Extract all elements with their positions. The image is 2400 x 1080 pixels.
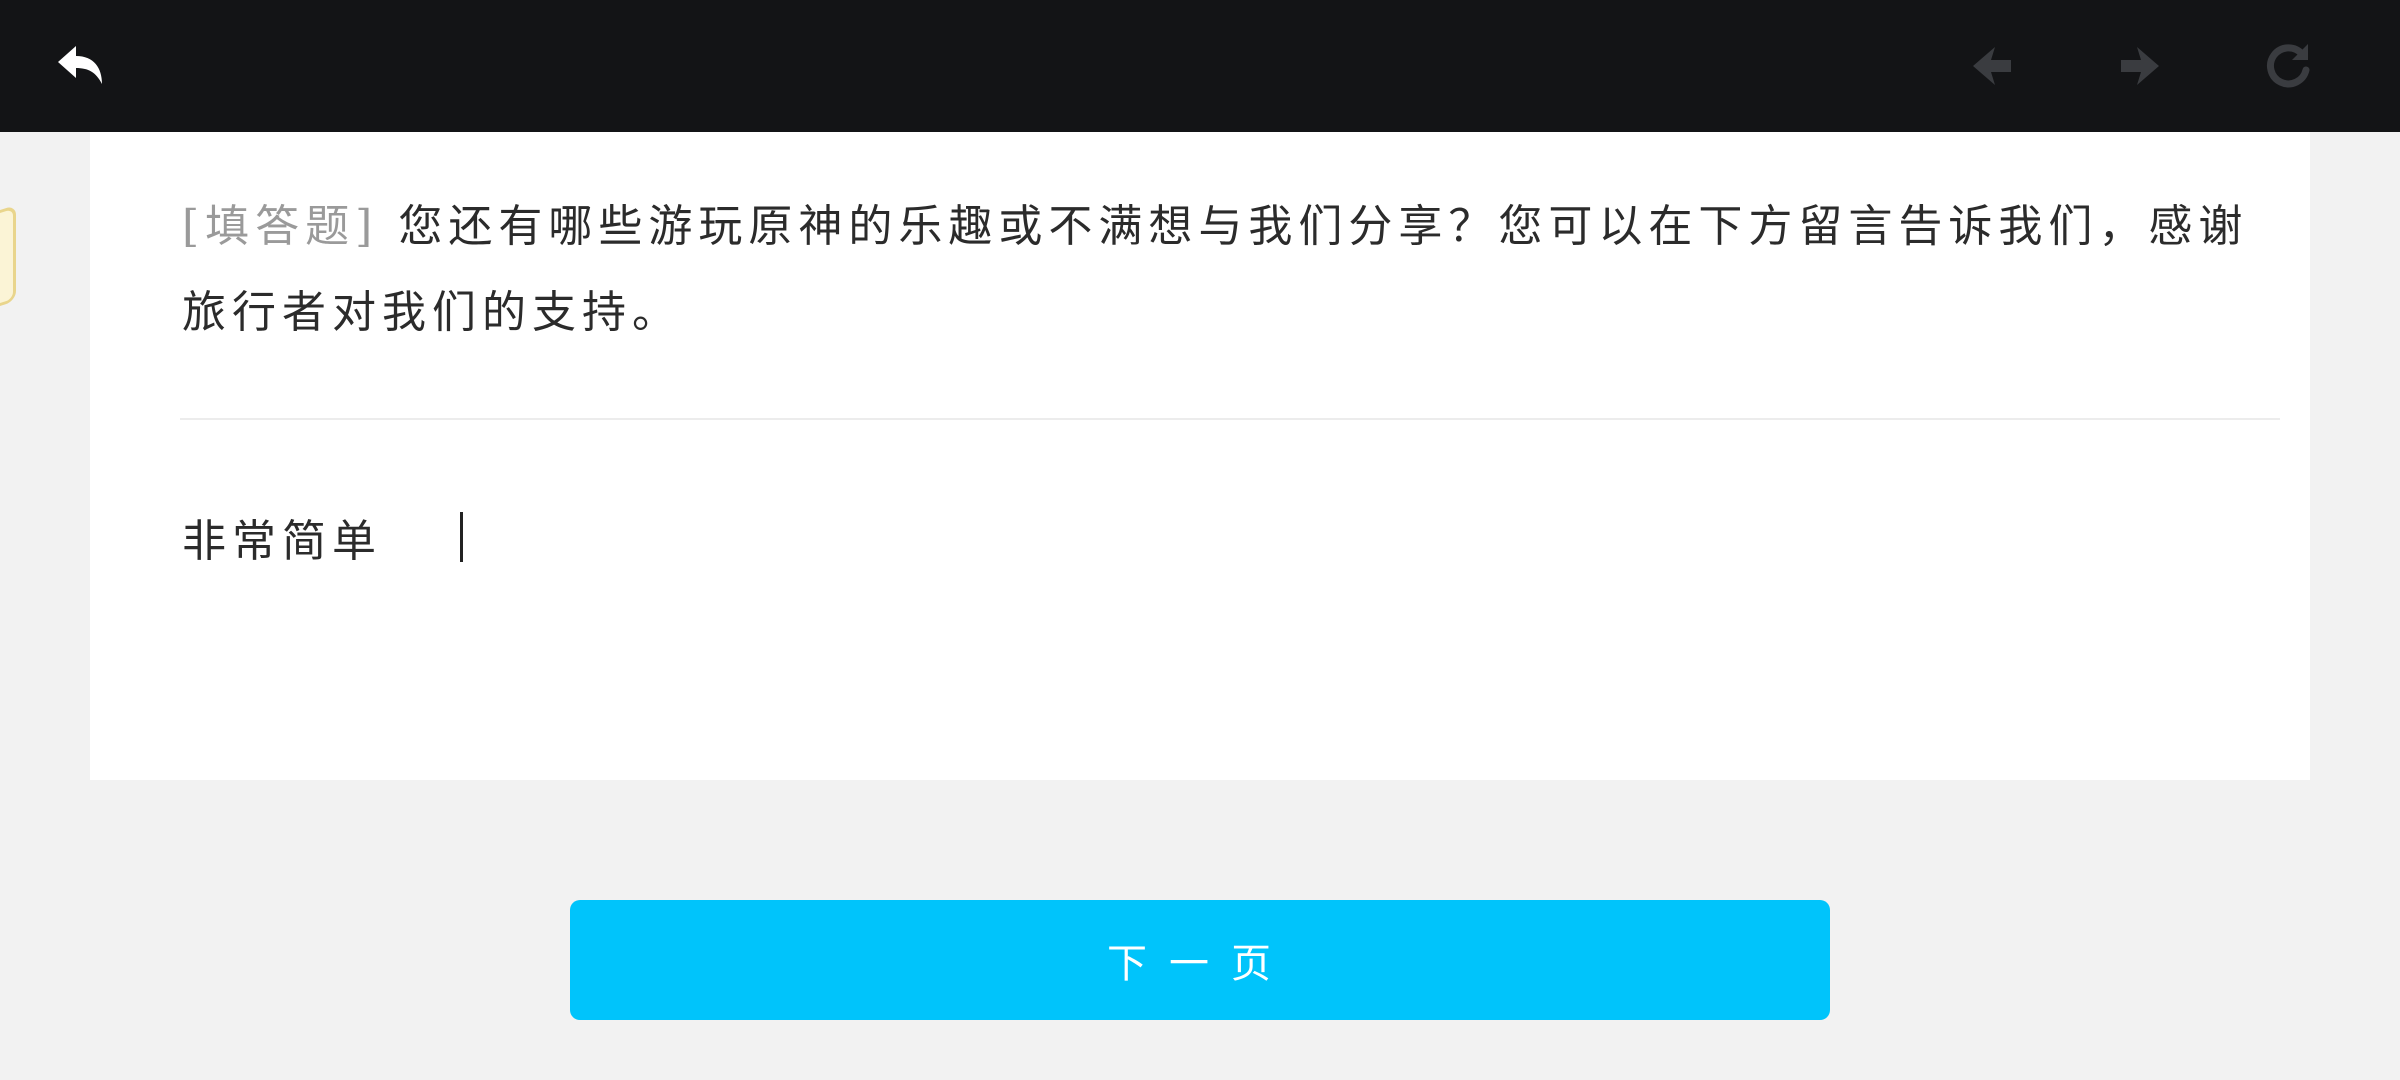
reload-button[interactable]	[2258, 36, 2318, 96]
question-type-tag: [填答题]	[182, 201, 379, 252]
divider	[180, 418, 2280, 420]
question-body: 您还有哪些游玩原神的乐趣或不满想与我们分享？您可以在下方留言告诉我们，感谢旅行者…	[182, 201, 2249, 338]
prev-arrow-icon	[1973, 47, 2011, 85]
next-arrow-icon	[2121, 47, 2159, 85]
next-page-button[interactable]: 下一页	[570, 900, 1830, 1020]
back-arrow-icon	[58, 46, 102, 84]
prev-button[interactable]	[1962, 36, 2022, 96]
question-card: [填答题] 您还有哪些游玩原神的乐趣或不满想与我们分享？您可以在下方留言告诉我们…	[90, 132, 2310, 780]
browser-toolbar	[0, 0, 2400, 132]
answer-area[interactable]	[182, 502, 2262, 702]
reload-icon	[2267, 44, 2310, 88]
floating-badge-icon[interactable]	[0, 204, 16, 316]
answer-input[interactable]	[182, 502, 2262, 572]
text-caret	[460, 512, 463, 562]
question-text: [填答题] 您还有哪些游玩原神的乐趣或不满想与我们分享？您可以在下方留言告诉我们…	[182, 184, 2262, 356]
forward-button[interactable]	[2110, 36, 2170, 96]
back-button[interactable]	[52, 36, 112, 96]
